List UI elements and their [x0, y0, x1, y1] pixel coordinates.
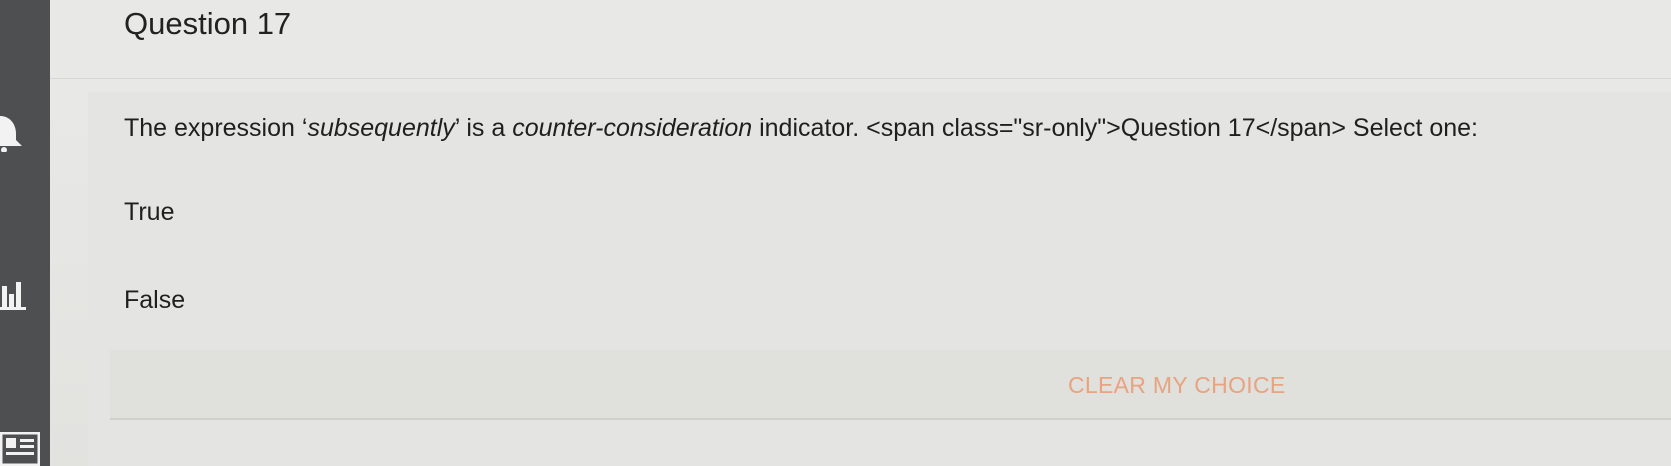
- question-text-prefix: The expression ‘: [124, 114, 308, 142]
- sidebar: [0, 0, 50, 466]
- question-header: Question 17: [50, 0, 1671, 79]
- question-text-middle: ’ is a: [454, 114, 513, 142]
- question-title: Question 17: [124, 6, 292, 41]
- question-body: The expression ‘subsequently’ is a count…: [88, 92, 1671, 466]
- page: Question 17 The expression ‘subsequently…: [0, 0, 1671, 466]
- chart-icon[interactable]: [0, 280, 26, 315]
- clear-choice-button[interactable]: CLEAR MY CHOICE: [1068, 372, 1286, 399]
- clear-choice-bar: CLEAR MY CHOICE: [110, 350, 1671, 420]
- option-true[interactable]: True: [124, 198, 174, 227]
- bell-icon[interactable]: [0, 108, 24, 157]
- grid-icon[interactable]: [0, 431, 41, 466]
- option-false[interactable]: False: [124, 286, 185, 315]
- question-term: subsequently: [307, 114, 455, 142]
- question-text-suffix: indicator. <span class="sr-only">Questio…: [752, 114, 1478, 142]
- question-text: The expression ‘subsequently’ is a count…: [124, 114, 1478, 143]
- question-indicator: counter-consideration: [512, 114, 753, 142]
